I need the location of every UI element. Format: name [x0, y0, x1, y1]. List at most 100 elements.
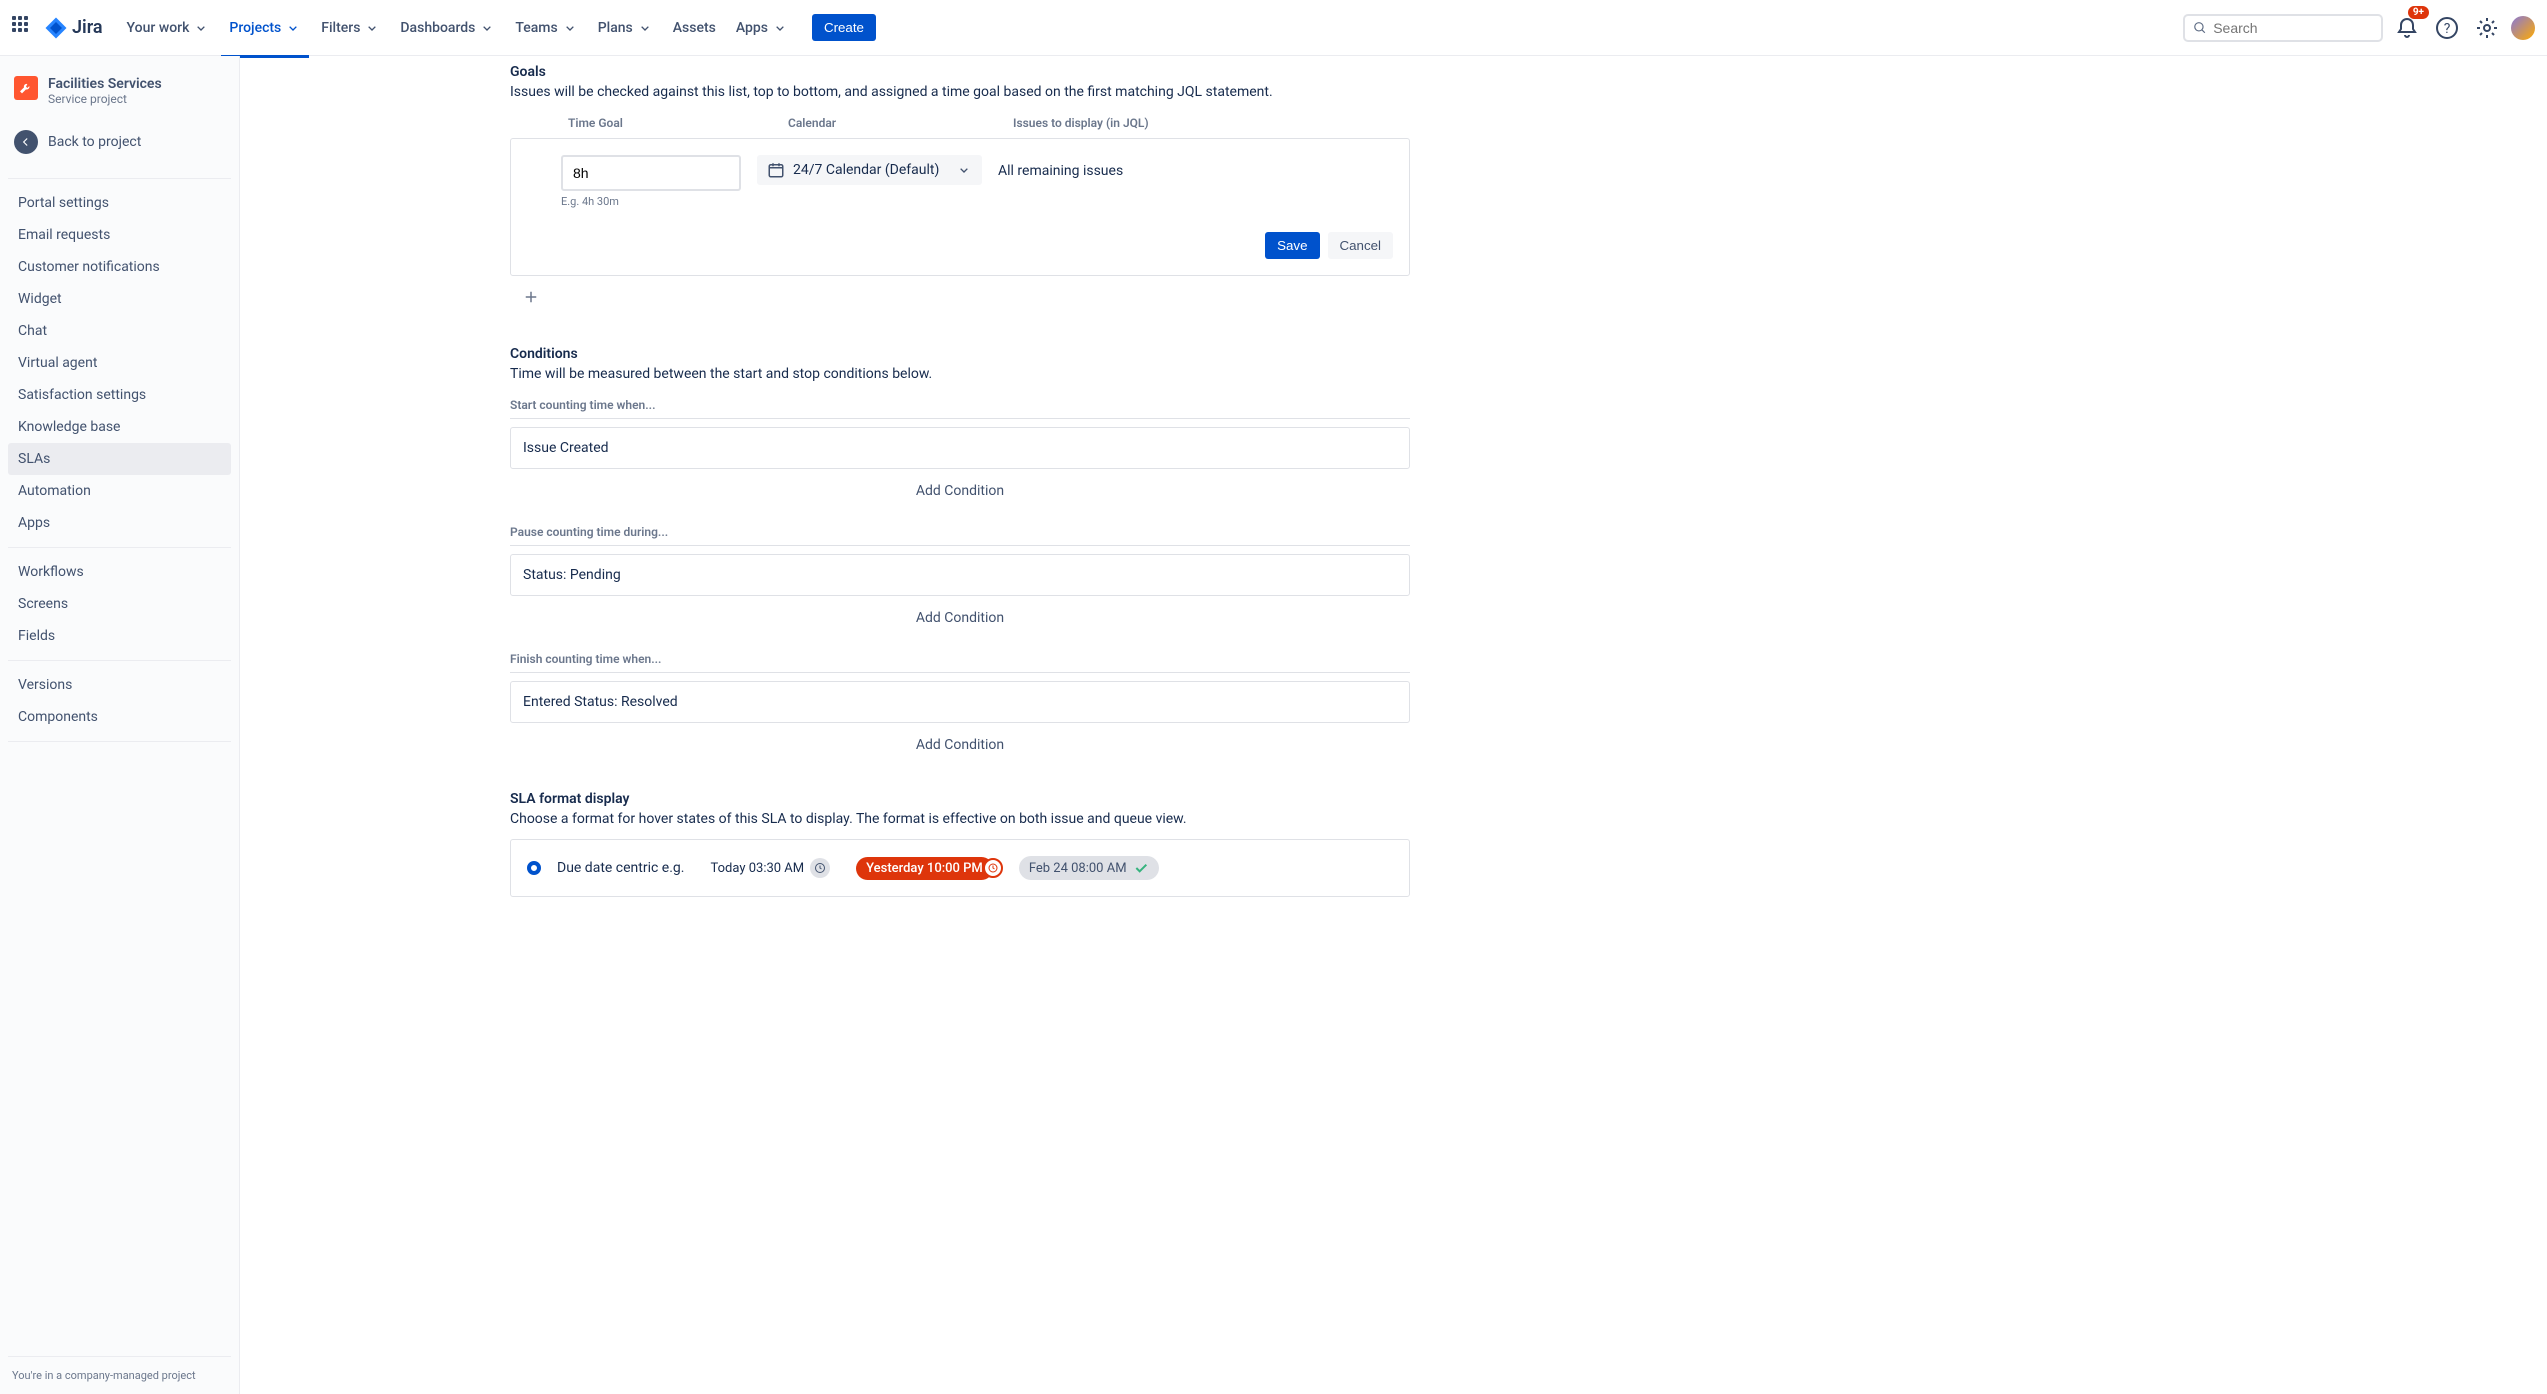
add-start-condition[interactable]: Add Condition — [510, 473, 1410, 509]
help-button[interactable]: ? — [2431, 12, 2463, 44]
chevron-down-icon — [193, 20, 209, 36]
settings-button[interactable] — [2471, 12, 2503, 44]
format-title: SLA format display — [510, 791, 1410, 807]
goals-desc: Issues will be checked against this list… — [510, 84, 1410, 100]
add-finish-condition[interactable]: Add Condition — [510, 727, 1410, 763]
format-option-row[interactable]: Due date centric e.g. Today 03:30 AM Yes… — [510, 839, 1410, 897]
sidebar-item-fields[interactable]: Fields — [8, 620, 231, 652]
search-box[interactable] — [2183, 14, 2383, 42]
help-icon: ? — [2435, 16, 2459, 40]
nav-label: Apps — [736, 20, 768, 36]
plus-icon — [522, 288, 540, 306]
conditions-title: Conditions — [510, 346, 1410, 362]
back-to-project[interactable]: Back to project — [8, 122, 231, 162]
sidebar-group-1: Portal settings Email requests Customer … — [8, 187, 231, 539]
project-title: Facilities Services — [48, 76, 162, 92]
project-header: Facilities Services Service project — [8, 76, 231, 122]
gear-icon — [2475, 16, 2499, 40]
nav-right: 9+ ? — [2183, 12, 2535, 44]
divider — [8, 660, 231, 661]
nav-label: Projects — [229, 20, 281, 36]
nav-apps[interactable]: Apps — [728, 14, 796, 42]
nav-dashboards[interactable]: Dashboards — [392, 14, 503, 42]
sidebar-item-screens[interactable]: Screens — [8, 588, 231, 620]
calendar-select[interactable]: 24/7 Calendar (Default) — [757, 155, 982, 185]
finish-condition[interactable]: Entered Status: Resolved — [510, 681, 1410, 723]
main-content: Goals Issues will be checked against thi… — [240, 56, 2547, 1394]
nav-label: Your work — [127, 20, 190, 36]
pause-label: Pause counting time during... — [510, 525, 1410, 546]
sidebar-item-customer-notifications[interactable]: Customer notifications — [8, 251, 231, 283]
sidebar-item-knowledge-base[interactable]: Knowledge base — [8, 411, 231, 443]
sidebar-item-slas[interactable]: SLAs — [8, 443, 231, 475]
svg-text:?: ? — [2444, 21, 2451, 37]
nav-label: Dashboards — [400, 20, 475, 36]
sidebar-item-virtual-agent[interactable]: Virtual agent — [8, 347, 231, 379]
nav-teams[interactable]: Teams — [507, 14, 585, 42]
chevron-down-icon — [772, 20, 788, 36]
format-example-yesterday: Yesterday 10:00 PM — [856, 857, 993, 880]
pause-condition[interactable]: Status: Pending — [510, 554, 1410, 596]
sidebar-item-versions[interactable]: Versions — [8, 669, 231, 701]
header-calendar: Calendar — [788, 116, 1013, 130]
time-goal-input[interactable] — [561, 155, 741, 191]
project-type: Service project — [48, 92, 162, 106]
format-option-label: Due date centric e.g. — [557, 860, 684, 876]
goals-section: Goals Issues will be checked against thi… — [510, 64, 1410, 318]
sidebar-item-workflows[interactable]: Workflows — [8, 556, 231, 588]
goals-header-row: Time Goal Calendar Issues to display (in… — [510, 112, 1410, 138]
nav-label: Assets — [673, 20, 716, 36]
nav-plans[interactable]: Plans — [590, 14, 661, 42]
wrench-icon — [18, 80, 34, 96]
app-switcher-icon[interactable] — [12, 16, 36, 40]
chevron-down-icon — [956, 162, 972, 178]
example-text: Today 03:30 AM — [710, 861, 804, 876]
nav-filters[interactable]: Filters — [313, 14, 388, 42]
nav-label: Teams — [515, 20, 557, 36]
cancel-button[interactable]: Cancel — [1328, 232, 1394, 259]
save-button[interactable]: Save — [1265, 232, 1319, 259]
search-icon — [2193, 20, 2207, 36]
jira-logo-icon — [44, 16, 68, 40]
add-goal-button[interactable] — [510, 276, 1410, 318]
jira-logo[interactable]: Jira — [44, 16, 103, 40]
search-input[interactable] — [2213, 20, 2373, 36]
notif-badge: 9+ — [2408, 6, 2429, 19]
header-jql: Issues to display (in JQL) — [1013, 116, 1410, 130]
notifications-button[interactable]: 9+ — [2391, 12, 2423, 44]
sidebar-item-satisfaction-settings[interactable]: Satisfaction settings — [8, 379, 231, 411]
format-section: SLA format display Choose a format for h… — [510, 791, 1410, 897]
goals-title: Goals — [510, 64, 1410, 80]
profile-avatar[interactable] — [2511, 16, 2535, 40]
example-text: Feb 24 08:00 AM — [1029, 861, 1127, 876]
sidebar-item-automation[interactable]: Automation — [8, 475, 231, 507]
divider — [8, 741, 231, 742]
sidebar-item-email-requests[interactable]: Email requests — [8, 219, 231, 251]
jira-logo-text: Jira — [72, 17, 103, 38]
nav-label: Plans — [598, 20, 633, 36]
goal-card: E.g. 4h 30m 24/7 Calendar (Default) All … — [510, 138, 1410, 276]
back-arrow-icon — [14, 130, 38, 154]
format-example-today: Today 03:30 AM — [700, 854, 840, 882]
create-button[interactable]: Create — [812, 14, 876, 41]
sidebar-item-chat[interactable]: Chat — [8, 315, 231, 347]
chevron-down-icon — [637, 20, 653, 36]
nav-assets[interactable]: Assets — [665, 14, 724, 42]
calendar-value: 24/7 Calendar (Default) — [793, 162, 948, 178]
time-goal-hint: E.g. 4h 30m — [561, 195, 741, 208]
sidebar-item-components[interactable]: Components — [8, 701, 231, 733]
add-pause-condition[interactable]: Add Condition — [510, 600, 1410, 636]
sidebar-item-portal-settings[interactable]: Portal settings — [8, 187, 231, 219]
start-condition[interactable]: Issue Created — [510, 427, 1410, 469]
nav-projects[interactable]: Projects — [221, 14, 309, 42]
nav-label: Filters — [321, 20, 360, 36]
radio-selected[interactable] — [527, 861, 541, 875]
jql-display: All remaining issues — [998, 155, 1123, 179]
sidebar-item-apps[interactable]: Apps — [8, 507, 231, 539]
calendar-icon — [767, 161, 785, 179]
sidebar-item-widget[interactable]: Widget — [8, 283, 231, 315]
nav-your-work[interactable]: Your work — [119, 14, 218, 42]
sidebar-group-2: Workflows Screens Fields — [8, 556, 231, 652]
check-icon — [1133, 860, 1149, 876]
clock-overdue-icon — [983, 858, 1003, 878]
